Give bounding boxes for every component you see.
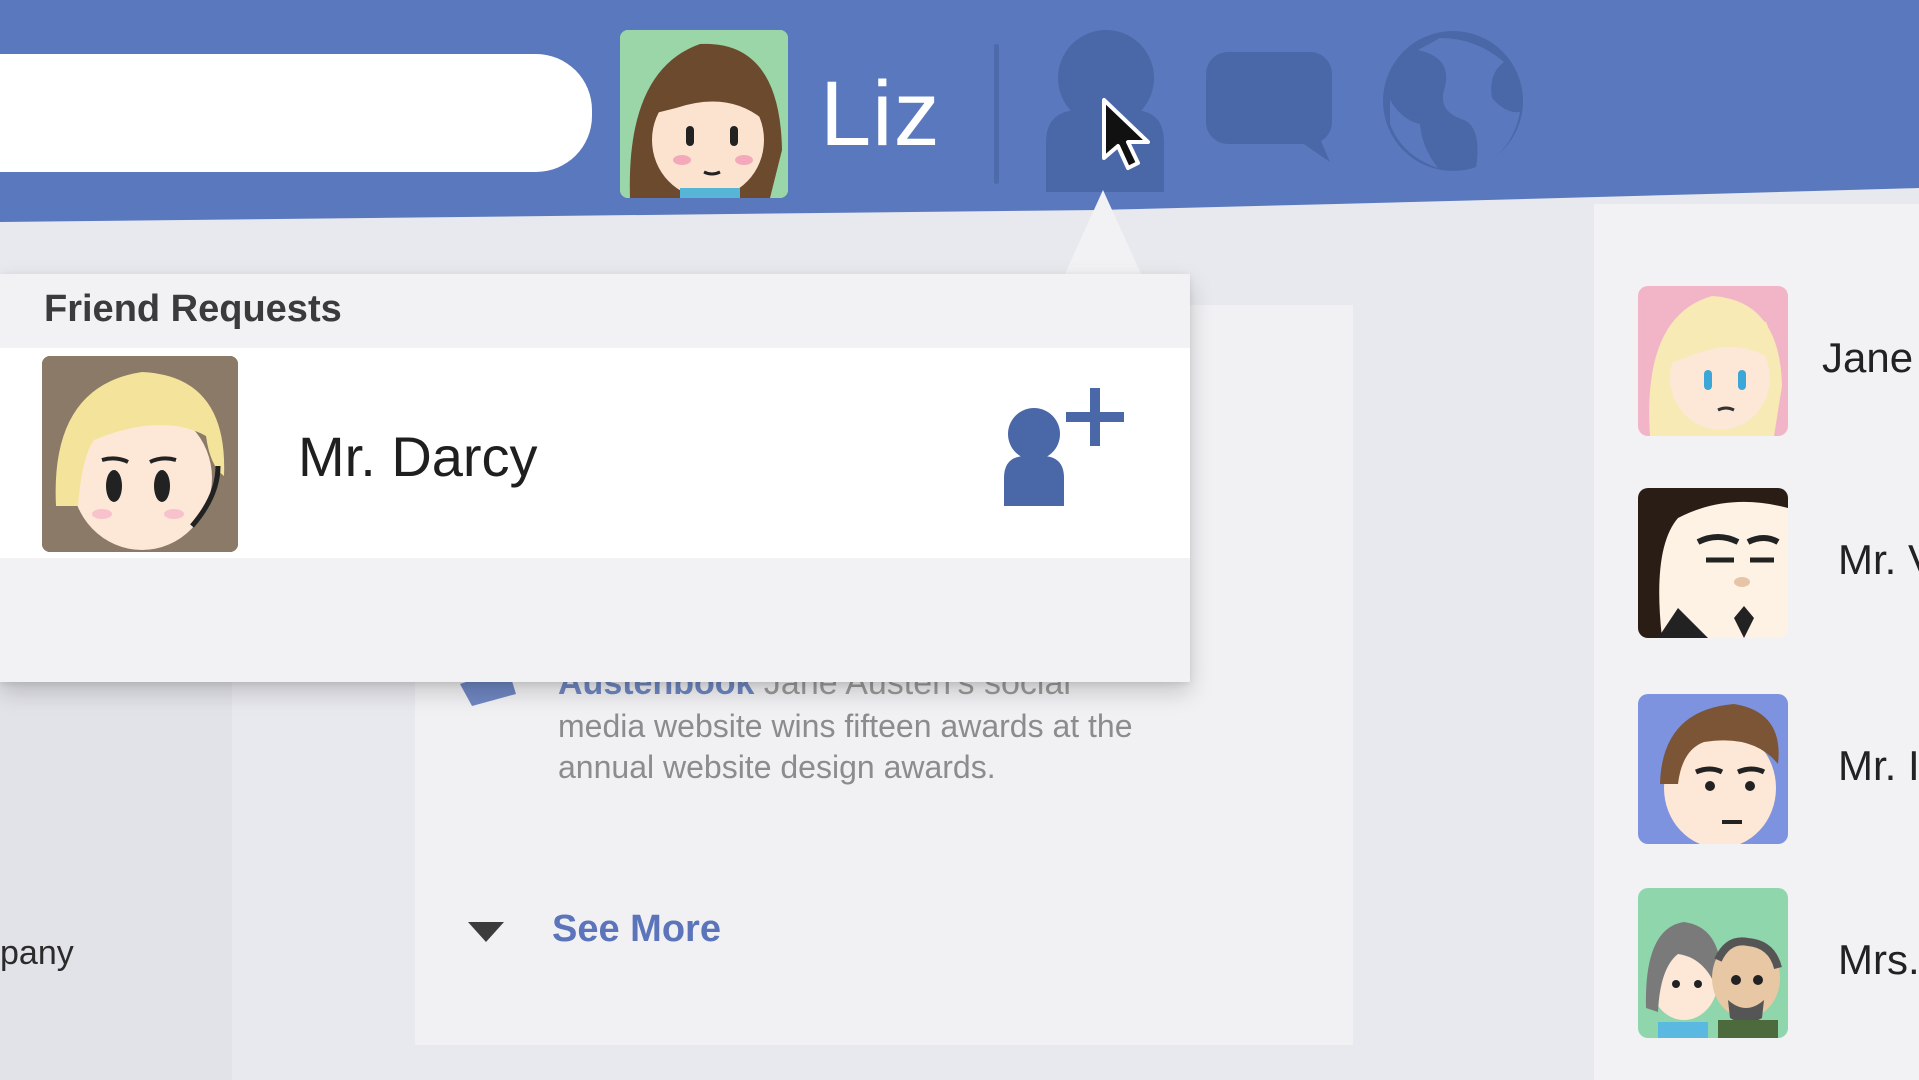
- mr-darcy-avatar[interactable]: [42, 356, 238, 552]
- contact-name: Mr. I: [1838, 742, 1919, 789]
- mouse-cursor-icon: [1098, 96, 1158, 176]
- user-avatar[interactable]: [620, 30, 788, 198]
- friend-requests-title: Friend Requests: [44, 288, 342, 330]
- chat-icon[interactable]: [1206, 52, 1336, 164]
- search-input[interactable]: [0, 54, 592, 172]
- left-sidebar: [0, 680, 232, 1080]
- top-navigation-bar: Liz: [0, 0, 1919, 226]
- left-sidebar-item[interactable]: pany: [0, 934, 74, 973]
- user-name[interactable]: Liz: [820, 62, 941, 167]
- friend-requests-dropdown: Friend Requests Mr. Darcy: [0, 274, 1190, 682]
- contact-avatar-mrs: [1638, 888, 1788, 1038]
- contact-avatar-jane: [1638, 286, 1788, 436]
- nav-divider: [994, 44, 999, 184]
- add-friend-icon[interactable]: [1000, 386, 1130, 506]
- news-body: media website wins fifteen awards at the…: [558, 708, 1133, 785]
- liz-avatar-illustration: [620, 30, 788, 198]
- contact-item[interactable]: Jane: [1638, 286, 1919, 436]
- contact-avatar-mr-i: [1638, 694, 1788, 844]
- friend-request-item[interactable]: Mr. Darcy: [0, 348, 1190, 558]
- dropdown-caret: [1064, 190, 1142, 276]
- chevron-down-icon[interactable]: [466, 918, 506, 944]
- contact-avatar-mr-v: [1638, 488, 1788, 638]
- contact-name: Jane: [1822, 334, 1914, 381]
- contact-name: Mrs.: [1838, 936, 1919, 983]
- see-more-link[interactable]: See More: [552, 908, 721, 951]
- globe-icon[interactable]: [1380, 28, 1526, 174]
- friend-request-name[interactable]: Mr. Darcy: [298, 424, 538, 489]
- contact-item[interactable]: Mrs.: [1638, 888, 1919, 1038]
- contact-item[interactable]: Mr. V: [1638, 488, 1919, 638]
- contact-name: Mr. V: [1838, 536, 1919, 583]
- contact-item[interactable]: Mr. I: [1638, 694, 1919, 844]
